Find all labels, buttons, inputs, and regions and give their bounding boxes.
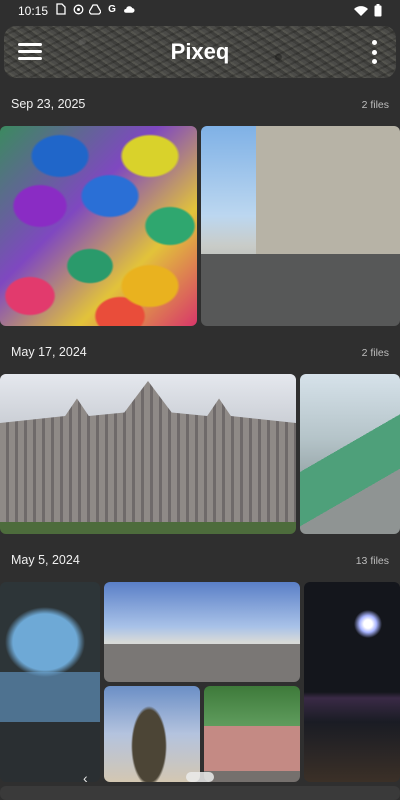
night-river-photo[interactable] <box>304 582 400 782</box>
section-date: May 17, 2024 <box>11 345 87 359</box>
section-date: May 5, 2024 <box>11 553 80 567</box>
section-header: Sep 23, 2025 2 files <box>0 93 400 117</box>
section-file-count: 2 files <box>361 347 389 359</box>
parliament-photo[interactable] <box>0 374 296 534</box>
section-file-count: 13 files <box>355 555 389 567</box>
chevron-left-icon[interactable]: ‹ <box>83 770 88 786</box>
cave-photo[interactable] <box>0 582 100 782</box>
notification-icons: G <box>55 3 135 15</box>
section-date: Sep 23, 2025 <box>11 97 86 111</box>
partial-photo-row[interactable] <box>0 786 400 800</box>
statue-photo[interactable] <box>104 686 200 782</box>
more-vert-icon[interactable] <box>370 40 378 64</box>
city-square-photo[interactable] <box>104 582 300 682</box>
photos-icon <box>72 3 84 15</box>
cloud-icon <box>123 3 135 15</box>
section-file-count: 2 files <box>361 99 389 111</box>
fountain-photo[interactable] <box>204 686 300 782</box>
system-icons <box>354 4 382 22</box>
bridge-walkway-photo[interactable] <box>300 374 400 534</box>
app-title: Pixeq <box>170 39 230 64</box>
building-road-photo[interactable] <box>201 126 400 326</box>
umbrellas-photo[interactable] <box>0 126 197 326</box>
scroll-handle[interactable] <box>186 772 214 782</box>
status-time: 10:15 <box>18 4 49 18</box>
sim-card-icon <box>55 3 67 15</box>
section-header: May 5, 2024 13 files <box>0 549 400 573</box>
wifi-icon <box>354 4 368 22</box>
google-icon: G <box>108 3 116 15</box>
app-toolbar: Pixeq <box>4 26 396 78</box>
drive-icon <box>89 3 101 15</box>
battery-icon <box>374 4 382 22</box>
section-header: May 17, 2024 2 files <box>0 341 400 365</box>
status-bar: 10:15 G <box>0 0 400 22</box>
